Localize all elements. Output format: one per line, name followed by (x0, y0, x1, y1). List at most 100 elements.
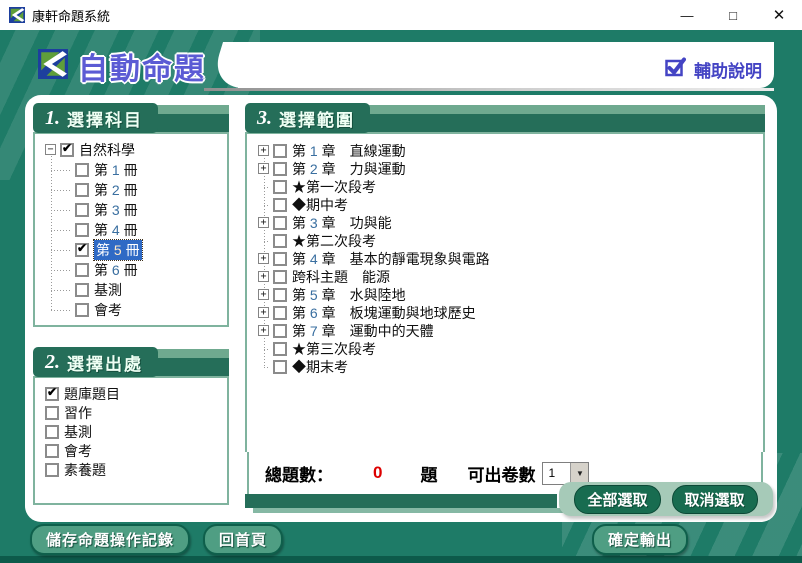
confirm-output-button[interactable]: 確定輸出 (592, 524, 688, 555)
checkbox[interactable] (273, 270, 287, 284)
expand-plus-icon[interactable]: + (258, 253, 269, 264)
tree-row: + 第 1 章 直線運動 (252, 142, 761, 160)
tree-item-label[interactable]: 第 5 冊 (94, 240, 142, 260)
expander-cell: + (252, 142, 273, 160)
panel-bottom-bar (245, 494, 557, 508)
checkbox[interactable] (273, 342, 287, 356)
tree-item-label[interactable]: 會考 (94, 300, 122, 320)
tree-item-label[interactable]: ◆期末考 (292, 357, 348, 377)
expand-plus-icon[interactable]: + (258, 271, 269, 282)
checkbox[interactable] (75, 243, 89, 257)
tree-item-label[interactable]: ★第一次段考 (292, 177, 376, 197)
tree-line (39, 160, 75, 180)
dropdown-arrow-icon[interactable]: ▼ (570, 463, 588, 484)
tree-item-label[interactable]: 第 5 章 水與陸地 (292, 285, 406, 305)
deselect-all-button[interactable]: 取消選取 (672, 485, 758, 514)
checklist-label[interactable]: 素養題 (64, 460, 106, 480)
tree-item-label[interactable]: 跨科主題 能源 (292, 267, 390, 287)
tree-row: + 第 7 章 運動中的天體 (252, 322, 761, 340)
checkbox[interactable] (75, 303, 89, 317)
checkbox[interactable] (75, 223, 89, 237)
panel-title: 選擇科目 (67, 106, 143, 131)
checkbox[interactable] (273, 180, 287, 194)
tree-item-label[interactable]: 第 2 冊 (94, 180, 138, 200)
tree-item-label[interactable]: 第 3 冊 (94, 200, 138, 220)
tree-item-label[interactable]: 第 1 章 直線運動 (292, 141, 406, 161)
expand-plus-icon[interactable]: + (258, 289, 269, 300)
select-all-button[interactable]: 全部選取 (574, 485, 660, 514)
step-number: 1. (45, 107, 60, 130)
checkbox[interactable] (75, 283, 89, 297)
collapse-minus-icon[interactable]: − (45, 144, 56, 155)
help-toggle[interactable]: 輔助說明 (665, 57, 762, 82)
expand-plus-icon[interactable]: + (258, 307, 269, 318)
tree-item-label[interactable]: 第 4 冊 (94, 220, 138, 240)
expander-cell: + (252, 268, 273, 286)
checkbox[interactable] (273, 324, 287, 338)
tree-row: 第 1 冊 (39, 160, 225, 180)
checkbox[interactable] (273, 252, 287, 266)
checkbox[interactable] (60, 143, 74, 157)
checklist-label[interactable]: 基測 (64, 422, 92, 442)
tree-item-label[interactable]: 第 2 章 力與運動 (292, 159, 406, 179)
checkbox[interactable] (75, 203, 89, 217)
checkbox[interactable] (273, 216, 287, 230)
checkbox[interactable] (75, 163, 89, 177)
save-record-button[interactable]: 儲存命題操作記錄 (30, 524, 190, 555)
checkbox[interactable] (273, 360, 287, 374)
step-number: 3. (257, 107, 272, 130)
checkbox[interactable] (273, 162, 287, 176)
checkbox[interactable] (273, 144, 287, 158)
tree-item-label[interactable]: 第 7 章 運動中的天體 (292, 321, 434, 341)
tree-line (39, 180, 75, 200)
tree-item-label[interactable]: 第 3 章 功與能 (292, 213, 392, 233)
scope-tree-body: + 第 1 章 直線運動 + 第 2 章 力與運動★第一次段考◆期中考 + 第 3 章 功… (245, 132, 765, 452)
total-unit: 題 (420, 461, 437, 486)
tree-item-label[interactable]: ★第二次段考 (292, 231, 376, 251)
tree-row: ◆期中考 (252, 196, 761, 214)
expand-plus-icon[interactable]: + (258, 145, 269, 156)
checkbox[interactable] (45, 444, 59, 458)
checkbox[interactable] (75, 263, 89, 277)
maximize-button[interactable]: □ (710, 0, 756, 30)
tree-item-label[interactable]: 基測 (94, 280, 122, 300)
checkbox[interactable] (45, 387, 59, 401)
expander-cell: − (39, 140, 60, 160)
tree-item-label[interactable]: 第 4 章 基本的靜電現象與電路 (292, 249, 490, 269)
tree-row: + 第 5 章 水與陸地 (252, 286, 761, 304)
checkbox[interactable] (273, 198, 287, 212)
tree-item-label[interactable]: 第 6 冊 (94, 260, 138, 280)
tree-item-label[interactable]: 自然科學 (79, 140, 135, 160)
checklist-label[interactable]: 會考 (64, 441, 92, 461)
checklist-label[interactable]: 習作 (64, 403, 92, 423)
tree-item-label[interactable]: 第 6 章 板塊運動與地球歷史 (292, 303, 476, 323)
checklist-row: 素養題 (39, 460, 225, 479)
tree-line (252, 178, 273, 196)
scope-tree: + 第 1 章 直線運動 + 第 2 章 力與運動★第一次段考◆期中考 + 第 3 章 功… (252, 142, 761, 376)
expander-cell: + (252, 160, 273, 178)
checkbox[interactable] (273, 288, 287, 302)
tree-line (39, 240, 75, 260)
tree-row: + 跨科主題 能源 (252, 268, 761, 286)
checkbox[interactable] (273, 306, 287, 320)
checklist-row: 基測 (39, 422, 225, 441)
checkbox[interactable] (45, 463, 59, 477)
checkbox[interactable] (45, 406, 59, 420)
bottom-edge-strip (0, 556, 802, 563)
expand-plus-icon[interactable]: + (258, 163, 269, 174)
tree-item-label[interactable]: ★第三次段考 (292, 339, 376, 359)
banner-label: 3. 選擇範圍 (245, 103, 370, 133)
checkbox[interactable] (75, 183, 89, 197)
source-list-body: 題庫題目習作基測會考素養題 (33, 376, 229, 505)
tree-item-label[interactable]: 第 1 冊 (94, 160, 138, 180)
expand-plus-icon[interactable]: + (258, 325, 269, 336)
tree-row: + 第 4 章 基本的靜電現象與電路 (252, 250, 761, 268)
checklist-label[interactable]: 題庫題目 (64, 384, 120, 404)
minimize-button[interactable]: — (664, 0, 710, 30)
close-button[interactable]: ✕ (756, 0, 802, 30)
checkbox[interactable] (45, 425, 59, 439)
expand-plus-icon[interactable]: + (258, 217, 269, 228)
tree-item-label[interactable]: ◆期中考 (292, 195, 348, 215)
checkbox[interactable] (273, 234, 287, 248)
home-button[interactable]: 回首頁 (203, 524, 283, 555)
